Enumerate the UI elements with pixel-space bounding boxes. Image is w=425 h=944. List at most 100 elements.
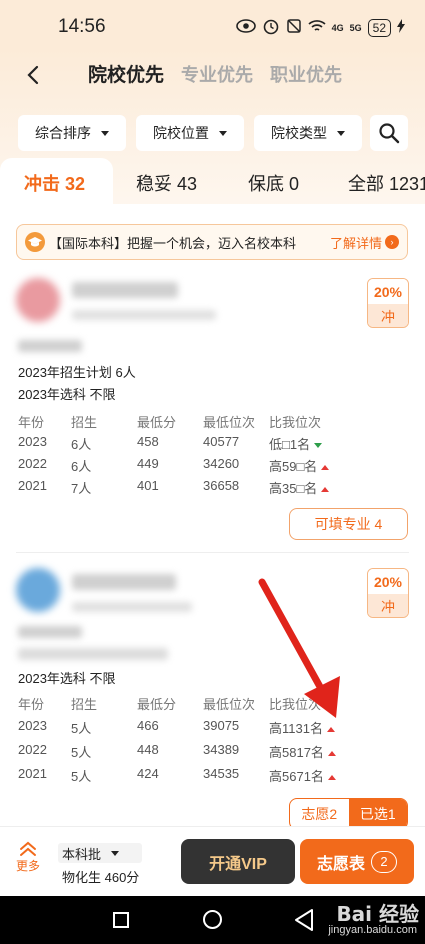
status-time: 14:56 xyxy=(58,16,106,37)
cell-enroll: 5人 xyxy=(71,721,92,736)
cell-min-rank: 40577 xyxy=(203,434,240,449)
cell-min-rank: 34260 xyxy=(203,456,240,471)
compare-text: 高5671名 xyxy=(269,769,324,784)
compare-text: 高59□名 xyxy=(269,459,318,474)
mute-icon xyxy=(286,18,302,37)
compare-text: 高35□名 xyxy=(269,481,318,496)
score-summary: 物化生 460分 xyxy=(62,870,140,885)
cell-year: 2023 xyxy=(18,718,47,733)
subject-requirement: 2023年选科 不限 xyxy=(18,671,116,686)
cell-compare: 高5671名 xyxy=(269,766,336,785)
col-year: 年份 xyxy=(18,415,45,430)
col-min-score: 最低分 xyxy=(137,697,177,712)
table-header: 年份 招生 最低分 最低位次 比我位次 xyxy=(18,694,338,716)
trend-up-icon xyxy=(326,727,335,733)
tab-fallback[interactable]: 保底 0 xyxy=(248,170,299,196)
wish-table-button[interactable]: 志愿表 2 xyxy=(300,839,414,884)
school-card[interactable]: 20% 冲 2023年选科 不限 年份 招生 最低分 最低位次 比我位次 202… xyxy=(0,564,425,826)
batch-select[interactable]: 本科批 xyxy=(58,843,142,863)
risk-tabs: 冲击 32 稳妥 43 保底 0 全部 1231 xyxy=(0,158,425,204)
cell-min-rank: 34535 xyxy=(203,766,240,781)
selected-label[interactable]: 已选1 xyxy=(348,799,407,826)
caret-down-icon xyxy=(337,130,345,136)
caret-down-icon xyxy=(219,130,227,136)
available-majors-button[interactable]: 可填专业 4 xyxy=(289,508,408,540)
home-icon[interactable] xyxy=(203,910,222,929)
batch-label: 本科批 xyxy=(62,846,102,862)
search-icon xyxy=(379,123,400,144)
table-row: 2023 5人 466 39075 高1131名 xyxy=(18,718,338,740)
cell-year: 2021 xyxy=(18,478,47,493)
tab-career-first[interactable]: 职业优先 xyxy=(270,61,342,87)
col-min-rank: 最低位次 xyxy=(203,697,256,712)
more-button[interactable]: 更多 xyxy=(10,841,46,881)
cell-year: 2023 xyxy=(18,434,47,449)
table-row: 2022 5人 448 34389 高5817名 xyxy=(18,742,338,764)
type-filter[interactable]: 院校类型 xyxy=(254,115,362,151)
type-filter-label: 院校类型 xyxy=(271,125,327,141)
chevron-right-icon[interactable]: › xyxy=(385,235,399,249)
watermark-url: jingyan.baidu.com xyxy=(328,924,417,936)
table-row: 2022 6人 449 34260 高59□名 xyxy=(18,456,338,478)
cell-min-rank: 36658 xyxy=(203,478,240,493)
compare-text: 低□1名 xyxy=(269,437,311,452)
school-name-blurred xyxy=(72,282,178,298)
subject-requirement: 2023年选科 不限 xyxy=(18,387,116,402)
wifi-icon xyxy=(308,19,326,36)
risk-level: 冲 xyxy=(368,594,408,617)
trend-up-icon xyxy=(327,775,336,781)
open-vip-button[interactable]: 开通VIP xyxy=(181,839,295,884)
col-enroll: 招生 xyxy=(71,415,98,430)
wish-toggle[interactable]: 志愿2 已选1 xyxy=(289,798,408,826)
school-code-blurred xyxy=(18,626,82,638)
card-divider xyxy=(16,552,409,553)
banner-text: 【国际本科】把握一个机会，迈入名校本科 xyxy=(49,235,297,251)
cell-enroll: 6人 xyxy=(71,459,92,474)
more-label: 更多 xyxy=(15,859,40,873)
double-chevron-up-icon xyxy=(20,841,36,856)
status-bar: 14:56 4G 5G 52 xyxy=(0,0,425,48)
sort-filter[interactable]: 综合排序 xyxy=(18,115,126,151)
cell-min-score: 458 xyxy=(137,434,159,449)
school-name-blurred xyxy=(72,574,176,590)
col-compare: 比我位次 xyxy=(269,415,322,430)
cell-year: 2021 xyxy=(18,766,47,781)
alarm-icon xyxy=(262,17,280,38)
school-tags-blurred xyxy=(72,602,192,612)
school-tags-blurred xyxy=(72,310,216,320)
back-button[interactable] xyxy=(22,63,46,87)
battery-icon: 52 xyxy=(367,18,391,37)
tab-reach[interactable]: 冲击 32 xyxy=(24,170,85,196)
compare-text: 高1131名 xyxy=(269,721,323,736)
admission-rate-badge: 20% 冲 xyxy=(367,568,409,618)
risk-level: 冲 xyxy=(368,304,408,327)
admission-rate-badge: 20% 冲 xyxy=(367,278,409,328)
tab-major-first[interactable]: 专业优先 xyxy=(181,61,253,87)
banner-detail-link[interactable]: 了解详情 xyxy=(330,233,382,252)
cell-compare: 高5817名 xyxy=(269,742,336,761)
cell-year: 2022 xyxy=(18,456,47,471)
school-card[interactable]: 20% 冲 2023年招生计划 6人 2023年选科 不限 年份 招生 最低分 … xyxy=(0,274,425,550)
cell-min-score: 449 xyxy=(137,456,159,471)
search-button[interactable] xyxy=(370,115,408,151)
cell-compare: 低□1名 xyxy=(269,434,323,453)
promo-banner[interactable]: 【国际本科】把握一个机会，迈入名校本科 了解详情 › xyxy=(16,224,408,260)
cell-min-score: 466 xyxy=(137,718,159,733)
enroll-plan: 2023年招生计划 6人 xyxy=(18,365,136,380)
cell-min-rank: 34389 xyxy=(203,742,240,757)
table-header: 年份 招生 最低分 最低位次 比我位次 xyxy=(18,412,338,434)
back-triangle-icon[interactable] xyxy=(293,908,315,932)
location-filter[interactable]: 院校位置 xyxy=(136,115,244,151)
wish-label[interactable]: 志愿2 xyxy=(290,799,349,826)
wish-table-label: 志愿表 xyxy=(316,855,365,873)
cell-enroll: 6人 xyxy=(71,437,92,452)
cell-enroll: 7人 xyxy=(71,481,92,496)
recents-icon[interactable] xyxy=(113,912,129,928)
signal-4g-icon: 4G xyxy=(331,22,344,33)
tab-safe[interactable]: 稳妥 43 xyxy=(136,170,197,196)
admission-rate: 20% xyxy=(368,279,408,304)
location-filter-label: 院校位置 xyxy=(153,125,209,141)
tab-all[interactable]: 全部 1231 xyxy=(348,170,425,196)
sort-filter-label: 综合排序 xyxy=(35,125,91,141)
tab-school-first[interactable]: 院校优先 xyxy=(88,60,164,87)
